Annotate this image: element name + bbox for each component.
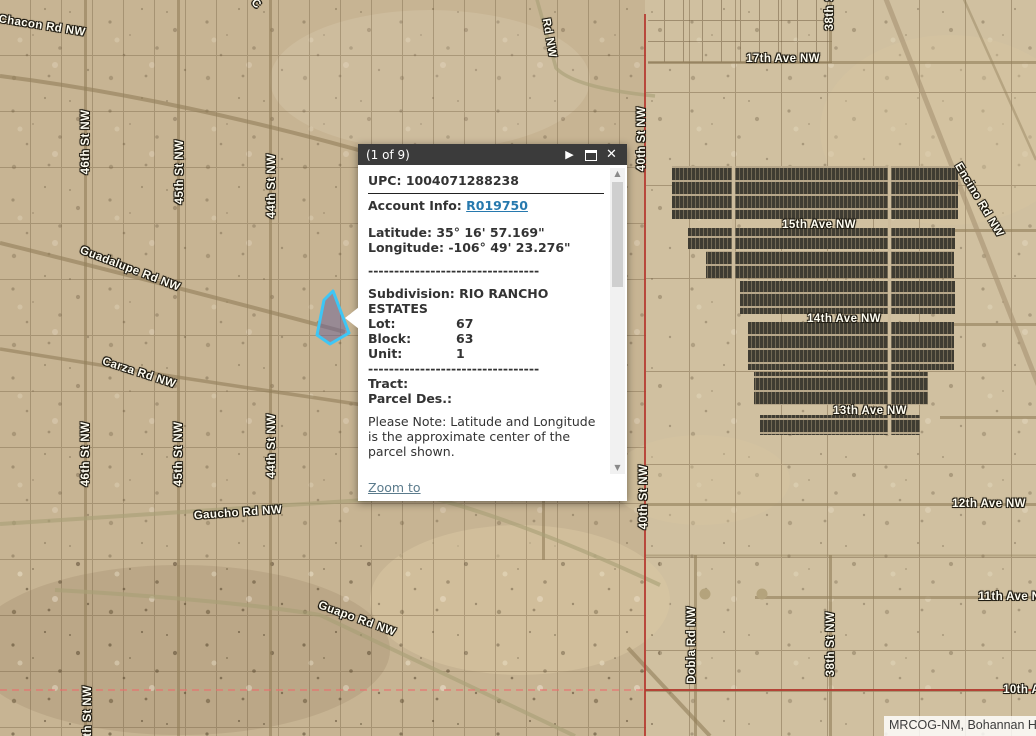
street-label: 46th St NW (80, 110, 92, 175)
account-link[interactable]: R019750 (466, 198, 528, 213)
longitude-value: -106° 49' 23.276" (448, 240, 570, 255)
upc-value: 1004071288238 (406, 173, 519, 188)
street-label: 46th St NW (80, 422, 92, 487)
lot-row: Lot:67 (368, 316, 601, 331)
next-result-icon[interactable]: ▶ (559, 144, 580, 165)
popup-scrollbar[interactable]: ▲ ▼ (610, 168, 625, 474)
street-label: 13th Ave NW (833, 405, 907, 417)
street-label: 45th St NW (173, 422, 185, 487)
account-line: Account Info: R019750 (368, 198, 601, 213)
block-row: Block:63 (368, 331, 601, 346)
subdivision-line: Subdivision: RIO RANCHO ESTATES (368, 286, 573, 316)
street-label: 45th St NW (174, 140, 186, 205)
latitude-value: 35° 16' 57.169" (436, 225, 544, 240)
street-label: 10th Ave NW (1003, 684, 1036, 696)
popup-body: UPC: 1004071288238 Account Info: R019750… (358, 165, 627, 477)
popup-header[interactable]: (1 of 9) ▶ ✕ (358, 144, 627, 165)
street-label: Dobla Rd NW (686, 606, 698, 683)
dashed-separator: --------------------------------- (368, 263, 601, 278)
map-viewport[interactable]: Chacon Rd NWCRd NW46th St NW45th St NW44… (0, 0, 1036, 736)
street-label: 40th St NW (636, 107, 648, 172)
street-label: 40th St NW (638, 465, 650, 530)
popup-footer: Zoom to (358, 477, 627, 501)
popup-pointer (345, 307, 359, 329)
identify-popup: (1 of 9) ▶ ✕ UPC: 1004071288238 Account … (358, 144, 627, 501)
unit-value: 1 (456, 346, 465, 361)
map-attribution: MRCOG-NM, Bohannan H (884, 716, 1036, 736)
dashed-separator: --------------------------------- (368, 361, 601, 376)
popup-pager-title: (1 of 9) (366, 148, 559, 162)
street-label: 44th St NW (266, 414, 278, 479)
street-label: 15th Ave NW (782, 219, 856, 231)
street-label: 12th Ave NW (952, 498, 1026, 510)
longitude-line: Longitude: -106° 49' 23.276" (368, 240, 601, 255)
divider-rule (368, 193, 604, 194)
street-label: 17th Ave NW (746, 53, 820, 65)
scroll-up-icon[interactable]: ▲ (610, 168, 625, 180)
unit-row: Unit:1 (368, 346, 601, 361)
maximize-icon[interactable] (580, 144, 601, 165)
street-label: 38th St NW (825, 612, 837, 677)
scroll-down-icon[interactable]: ▼ (610, 462, 625, 474)
close-icon[interactable]: ✕ (601, 144, 622, 165)
parcel-des-line: Parcel Des.: (368, 391, 601, 406)
tract-line: Tract: (368, 376, 601, 391)
scrollbar-thumb[interactable] (612, 182, 623, 287)
please-note-text: Please Note: Latitude and Longitude is t… (368, 414, 601, 459)
street-label: 11th Ave NW (978, 591, 1036, 603)
street-label: 38th St NW (824, 0, 836, 30)
street-label: 45th St NW (82, 686, 94, 736)
latitude-line: Latitude: 35° 16' 57.169" (368, 225, 601, 240)
block-value: 63 (456, 331, 473, 346)
street-label: 14th Ave NW (807, 313, 881, 325)
street-label: 44th St NW (266, 154, 278, 219)
upc-line: UPC: 1004071288238 (368, 173, 601, 188)
zoom-to-link[interactable]: Zoom to (368, 480, 421, 495)
lot-value: 67 (456, 316, 473, 331)
